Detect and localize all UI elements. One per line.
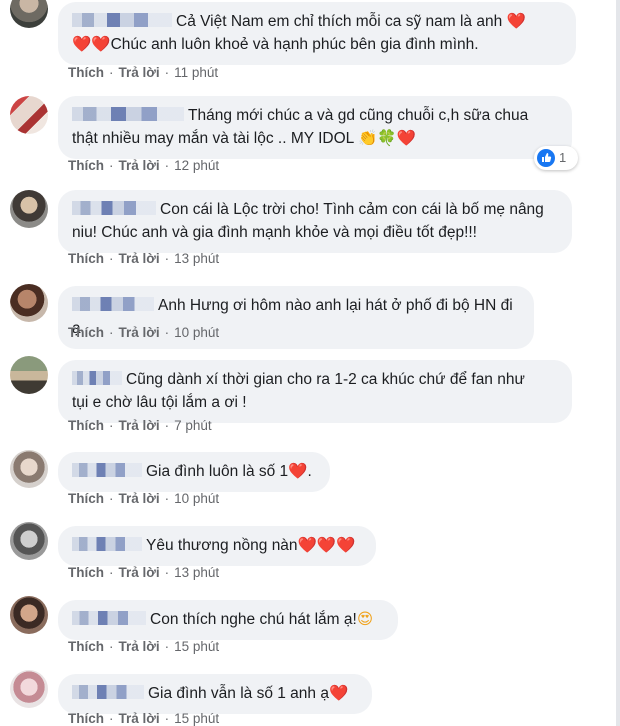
- like-link[interactable]: Thích: [68, 418, 104, 433]
- timestamp[interactable]: 12 phút: [174, 158, 219, 173]
- like-link[interactable]: Thích: [68, 65, 104, 80]
- like-link[interactable]: Thích: [68, 251, 104, 266]
- comment-bubble: Yêu thương nồng nàn❤️❤️❤️: [58, 526, 376, 566]
- comment-text: Tháng mới chúc a và gd cũng chuỗi c,h sữ…: [188, 107, 529, 124]
- commenter-name[interactable]: [72, 107, 184, 121]
- comment-text: Cả Việt Nam em chỉ thích mỗi ca sỹ nam l…: [176, 13, 503, 30]
- comment-actions: Thích · Trả lời · 13 phút: [68, 565, 220, 580]
- heart-emoji: ❤️: [328, 685, 349, 702]
- reply-link[interactable]: Trả lời: [119, 418, 160, 433]
- avatar[interactable]: [10, 284, 48, 322]
- commenter-name[interactable]: [72, 297, 154, 311]
- commenter-name[interactable]: [72, 201, 156, 215]
- comment-text-line2: thật nhiều may mắn và tài lộc .. MY IDOL: [72, 130, 354, 147]
- avatar[interactable]: [10, 0, 48, 28]
- heart-eyes-emoji: 😍: [356, 611, 373, 628]
- timestamp[interactable]: 11 phút: [174, 65, 218, 80]
- reply-link[interactable]: Trả lời: [119, 251, 160, 266]
- comment-bubble: Gia đình vẫn là số 1 anh ạ❤️: [58, 674, 372, 714]
- comment-text-line2: niu! Chúc anh và gia đình mạnh khỏe và m…: [72, 224, 477, 241]
- commenter-name[interactable]: [72, 371, 122, 385]
- comment-bubble: Gia đình luôn là số 1❤️.: [58, 452, 330, 492]
- reply-link[interactable]: Trả lời: [119, 325, 160, 340]
- reply-link[interactable]: Trả lời: [119, 711, 160, 726]
- comment-actions: Thích · Trả lời · 11 phút: [68, 65, 219, 80]
- emoji-group: 👏🍀❤️: [358, 130, 416, 147]
- like-link[interactable]: Thích: [68, 639, 104, 654]
- timestamp[interactable]: 15 phút: [174, 639, 219, 654]
- comment-text: Gia đình luôn là số 1: [146, 463, 289, 480]
- comment-bubble: Cả Việt Nam em chỉ thích mỗi ca sỹ nam l…: [58, 2, 576, 65]
- avatar[interactable]: [10, 96, 48, 134]
- comment-text: Yêu thương nồng nàn: [146, 537, 298, 554]
- comment-text-line2: Chúc anh luôn khoẻ và hạnh phúc bên gia …: [110, 36, 479, 53]
- comment-bubble: Cũng dành xí thời gian cho ra 1-2 ca khú…: [58, 360, 572, 423]
- avatar[interactable]: [10, 356, 48, 394]
- comment-bubble: Tháng mới chúc a và gd cũng chuỗi c,h sữ…: [58, 96, 572, 159]
- commenter-name[interactable]: [72, 13, 172, 27]
- scroll-track[interactable]: [616, 0, 620, 726]
- comment-actions: Thích · Trả lời · 7 phút: [68, 418, 212, 433]
- comment-actions: Thích · Trả lời · 10 phút: [68, 491, 220, 506]
- commenter-name[interactable]: [72, 537, 142, 551]
- avatar[interactable]: [10, 190, 48, 228]
- heart-emoji: ❤️: [506, 13, 526, 30]
- reply-link[interactable]: Trả lời: [119, 491, 160, 506]
- comment-bubble: Con cái là Lộc trời cho! Tình cảm con cá…: [58, 190, 572, 253]
- heart-emoji: ❤️❤️❤️: [297, 537, 356, 554]
- comment-text: Con thích nghe chú hát lắm ạ!: [150, 611, 357, 628]
- reply-link[interactable]: Trả lời: [119, 639, 160, 654]
- avatar[interactable]: [10, 670, 48, 708]
- comment-text: Gia đình vẫn là số 1 anh ạ: [148, 685, 329, 702]
- comment-text: Cũng dành xí thời gian cho ra 1-2 ca khú…: [126, 371, 525, 388]
- avatar[interactable]: [10, 522, 48, 560]
- reply-link[interactable]: Trả lời: [119, 158, 160, 173]
- like-link[interactable]: Thích: [68, 325, 104, 340]
- like-link[interactable]: Thích: [68, 565, 104, 580]
- comment-bubble: Con thích nghe chú hát lắm ạ!😍: [58, 600, 398, 640]
- timestamp[interactable]: 7 phút: [174, 418, 212, 433]
- comment-text: Con cái là Lộc trời cho! Tình cảm con cá…: [160, 201, 544, 218]
- comment-actions: Thích · Trả lời · 13 phút: [68, 251, 220, 266]
- reply-link[interactable]: Trả lời: [119, 65, 160, 80]
- comment-actions: Thích · Trả lời · 15 phút: [68, 711, 220, 726]
- comment-actions: Thích · Trả lời · 10 phút: [68, 325, 220, 340]
- comment-text-line2: tụi e chờ lâu tội lắm a ơi !: [72, 394, 247, 411]
- avatar[interactable]: [10, 596, 48, 634]
- heart-emoji: ❤️: [288, 463, 308, 480]
- commenter-name[interactable]: [72, 463, 142, 477]
- like-link[interactable]: Thích: [68, 711, 104, 726]
- commenter-name[interactable]: [72, 611, 146, 625]
- timestamp[interactable]: 15 phút: [174, 711, 219, 726]
- heart-emoji: ❤️❤️: [72, 36, 111, 53]
- timestamp[interactable]: 13 phút: [174, 565, 219, 580]
- avatar[interactable]: [10, 450, 48, 488]
- timestamp[interactable]: 10 phút: [174, 325, 219, 340]
- reply-link[interactable]: Trả lời: [119, 565, 160, 580]
- comment-actions: Thích · Trả lời · 12 phút: [68, 158, 220, 173]
- commenter-name[interactable]: [72, 685, 144, 699]
- timestamp[interactable]: 10 phút: [174, 491, 219, 506]
- reaction-count: 1: [559, 150, 567, 165]
- like-link[interactable]: Thích: [68, 158, 104, 173]
- comment-actions: Thích · Trả lời · 15 phút: [68, 639, 220, 654]
- like-link[interactable]: Thích: [68, 491, 104, 506]
- thumbs-up-icon: [537, 149, 555, 167]
- reaction-summary[interactable]: 1: [534, 146, 578, 170]
- timestamp[interactable]: 13 phút: [174, 251, 219, 266]
